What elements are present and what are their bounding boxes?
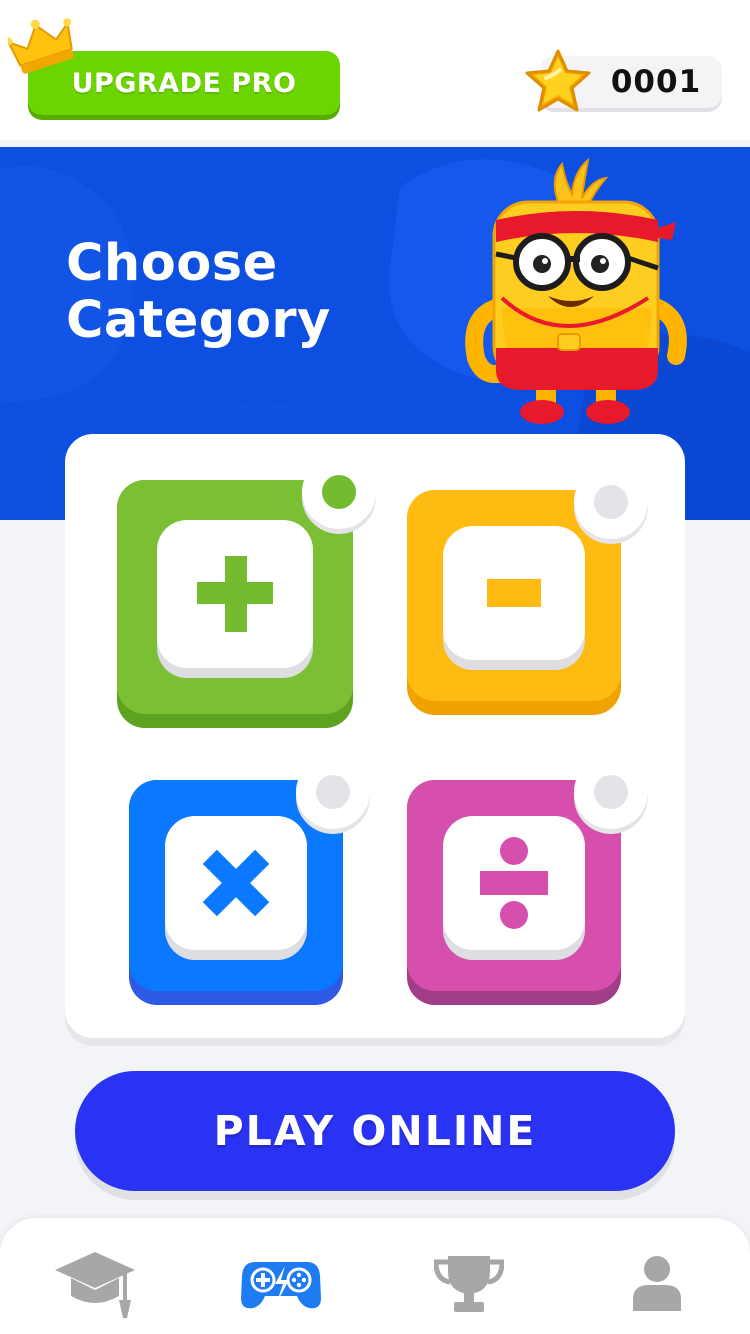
score-value: 0001 (610, 64, 702, 100)
gamepad-icon (241, 1262, 321, 1309)
divide-icon (480, 837, 548, 929)
radio-dot (594, 485, 628, 519)
page-title: Choose Category (66, 235, 331, 349)
subtraction-radio[interactable] (574, 465, 648, 539)
radio-dot (322, 475, 356, 509)
nav-play[interactable] (236, 1246, 326, 1322)
mascot-character-icon (465, 158, 687, 424)
radio-dot (316, 775, 350, 809)
play-online-button[interactable]: PLAY ONLINE (75, 1071, 675, 1191)
play-online-label: PLAY ONLINE (213, 1107, 537, 1155)
title-line-1: Choose (66, 234, 278, 293)
radio-dot (594, 775, 628, 809)
multiplication-radio[interactable] (296, 755, 370, 829)
minus-icon (487, 579, 541, 607)
star-icon (525, 49, 591, 112)
graduation-cap-icon (55, 1252, 135, 1318)
upgrade-pro-label: UPGRADE PRO (71, 67, 297, 99)
nav-learn[interactable] (50, 1246, 140, 1322)
bottom-navigation (0, 1218, 750, 1334)
category-card (65, 434, 685, 1038)
addition-radio[interactable] (302, 455, 376, 529)
nav-leaderboard[interactable] (424, 1246, 514, 1322)
nav-profile[interactable] (612, 1246, 702, 1322)
trophy-icon (434, 1256, 504, 1312)
profile-icon (633, 1256, 681, 1311)
title-line-2: Category (66, 291, 331, 350)
plus-icon (197, 556, 273, 632)
multiply-icon (203, 850, 269, 916)
crown-icon (8, 18, 74, 74)
division-radio[interactable] (574, 755, 648, 829)
